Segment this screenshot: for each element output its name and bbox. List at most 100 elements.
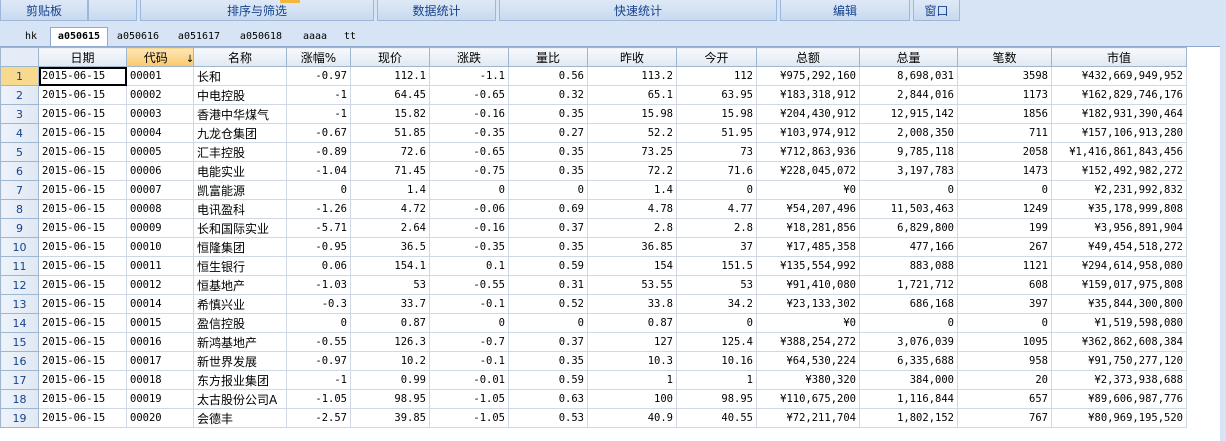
cell-prev-close[interactable]: 15.98 — [587, 104, 677, 124]
cell-open[interactable]: 0 — [676, 180, 757, 200]
cell-code[interactable]: 00015 — [126, 313, 194, 333]
cell-change-pct[interactable]: -1.03 — [286, 275, 351, 295]
cell-code[interactable]: 00008 — [126, 199, 194, 219]
cell-date[interactable]: 2015-06-15 — [38, 218, 127, 238]
cell-name[interactable]: 汇丰控股 — [193, 142, 287, 162]
row-header[interactable]: 5 — [0, 142, 39, 162]
cell-market-cap[interactable]: ¥1,416,861,843,456 — [1051, 142, 1187, 162]
ribbon-group-edit[interactable]: 编辑 — [780, 0, 910, 21]
cell-prev-close[interactable]: 113.2 — [587, 66, 677, 86]
cell-amount[interactable]: ¥712,863,936 — [756, 142, 860, 162]
cell-volume-ratio[interactable]: 0.53 — [508, 408, 588, 428]
cell-change[interactable]: -0.75 — [429, 161, 509, 181]
cell-volume-ratio[interactable]: 0 — [508, 313, 588, 333]
cell-prev-close[interactable]: 154 — [587, 256, 677, 276]
cell-volume[interactable]: 883,088 — [859, 256, 958, 276]
cell-change-pct[interactable]: -1.04 — [286, 161, 351, 181]
cell-amount[interactable]: ¥72,211,704 — [756, 408, 860, 428]
cell-date[interactable]: 2015-06-15 — [38, 313, 127, 333]
cell-price[interactable]: 4.72 — [350, 199, 430, 219]
column-header-prev-close[interactable]: 昨收 — [587, 47, 677, 67]
cell-price[interactable]: 0.99 — [350, 370, 430, 390]
cell-code[interactable]: 00019 — [126, 389, 194, 409]
cell-code[interactable]: 00002 — [126, 85, 194, 105]
cell-date[interactable]: 2015-06-15 — [38, 237, 127, 257]
cell-date[interactable]: 2015-06-15 — [38, 351, 127, 371]
cell-open[interactable]: 51.95 — [676, 123, 757, 143]
cell-prev-close[interactable]: 73.25 — [587, 142, 677, 162]
column-header-open[interactable]: 今开 — [676, 47, 757, 67]
cell-name[interactable]: 会德丰 — [193, 408, 287, 428]
cell-date[interactable]: 2015-06-15 — [38, 85, 127, 105]
row-header[interactable]: 17 — [0, 370, 39, 390]
cell-change[interactable]: -0.06 — [429, 199, 509, 219]
row-header[interactable]: 3 — [0, 104, 39, 124]
cell-open[interactable]: 40.55 — [676, 408, 757, 428]
cell-open[interactable]: 125.4 — [676, 332, 757, 352]
cell-volume-ratio[interactable]: 0.52 — [508, 294, 588, 314]
tab-a050618[interactable]: a050618 — [236, 29, 286, 46]
column-header-change-pct[interactable]: 涨幅% — [286, 47, 351, 67]
cell-prev-close[interactable]: 127 — [587, 332, 677, 352]
cell-price[interactable]: 154.1 — [350, 256, 430, 276]
cell-amount[interactable]: ¥228,045,072 — [756, 161, 860, 181]
tab-a050615[interactable]: a050615 — [50, 27, 108, 46]
column-header-date[interactable]: 日期 — [38, 47, 127, 67]
cell-price[interactable]: 0.87 — [350, 313, 430, 333]
cell-change-pct[interactable]: 0 — [286, 313, 351, 333]
cell-date[interactable]: 2015-06-15 — [38, 370, 127, 390]
cell-code[interactable]: 00017 — [126, 351, 194, 371]
cell-amount[interactable]: ¥103,974,912 — [756, 123, 860, 143]
cell-code[interactable]: 00011 — [126, 256, 194, 276]
cell-trades[interactable]: 199 — [957, 218, 1052, 238]
cell-open[interactable]: 1 — [676, 370, 757, 390]
cell-date[interactable]: 2015-06-15 — [38, 123, 127, 143]
cell-amount[interactable]: ¥23,133,302 — [756, 294, 860, 314]
tab-aaaa[interactable]: aaaa — [300, 29, 330, 46]
cell-change[interactable]: 0.1 — [429, 256, 509, 276]
cell-trades[interactable]: 1856 — [957, 104, 1052, 124]
cell-price[interactable]: 2.64 — [350, 218, 430, 238]
cell-prev-close[interactable]: 1 — [587, 370, 677, 390]
cell-trades[interactable]: 20 — [957, 370, 1052, 390]
cell-amount[interactable]: ¥135,554,992 — [756, 256, 860, 276]
cell-trades[interactable]: 767 — [957, 408, 1052, 428]
cell-open[interactable]: 0 — [676, 313, 757, 333]
ribbon-group-blank[interactable] — [88, 0, 137, 21]
cell-prev-close[interactable]: 33.8 — [587, 294, 677, 314]
cell-price[interactable]: 98.95 — [350, 389, 430, 409]
cell-prev-close[interactable]: 10.3 — [587, 351, 677, 371]
cell-prev-close[interactable]: 1.4 — [587, 180, 677, 200]
cell-date[interactable]: 2015-06-15 — [38, 256, 127, 276]
cell-change[interactable]: 0 — [429, 180, 509, 200]
cell-volume[interactable]: 8,698,031 — [859, 66, 958, 86]
cell-volume[interactable]: 0 — [859, 313, 958, 333]
cell-trades[interactable]: 1121 — [957, 256, 1052, 276]
cell-amount[interactable]: ¥0 — [756, 180, 860, 200]
row-header[interactable]: 13 — [0, 294, 39, 314]
cell-change-pct[interactable]: 0.06 — [286, 256, 351, 276]
cell-code[interactable]: 00004 — [126, 123, 194, 143]
cell-volume-ratio[interactable]: 0.31 — [508, 275, 588, 295]
cell-change-pct[interactable]: -1 — [286, 85, 351, 105]
tab-hk[interactable]: hk — [20, 29, 42, 46]
cell-price[interactable]: 10.2 — [350, 351, 430, 371]
cell-code[interactable]: 00014 — [126, 294, 194, 314]
cell-code[interactable]: 00007 — [126, 180, 194, 200]
row-header[interactable]: 1 — [0, 66, 39, 86]
cell-amount[interactable]: ¥388,254,272 — [756, 332, 860, 352]
cell-prev-close[interactable]: 72.2 — [587, 161, 677, 181]
cell-volume-ratio[interactable]: 0.35 — [508, 351, 588, 371]
cell-change-pct[interactable]: -0.97 — [286, 351, 351, 371]
cell-amount[interactable]: ¥110,675,200 — [756, 389, 860, 409]
cell-date[interactable]: 2015-06-15 — [38, 161, 127, 181]
tab-a050616[interactable]: a050616 — [113, 29, 163, 46]
row-header[interactable]: 7 — [0, 180, 39, 200]
cell-volume-ratio[interactable]: 0.56 — [508, 66, 588, 86]
cell-change-pct[interactable]: -1.26 — [286, 199, 351, 219]
cell-price[interactable]: 126.3 — [350, 332, 430, 352]
row-header[interactable]: 8 — [0, 199, 39, 219]
column-header-trades[interactable]: 笔数 — [957, 47, 1052, 67]
ribbon-group-clipboard[interactable]: 剪贴板 — [0, 0, 88, 21]
row-header[interactable]: 6 — [0, 161, 39, 181]
